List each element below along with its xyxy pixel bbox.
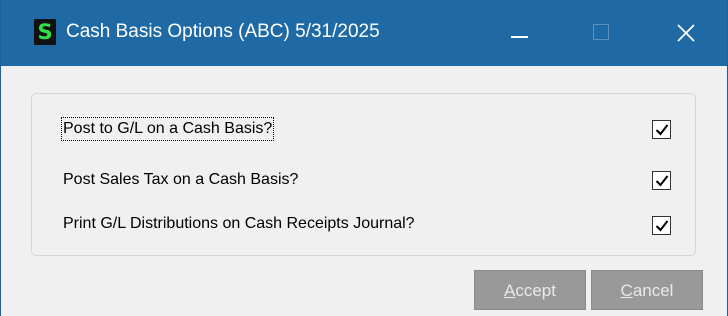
sage-app-icon: S bbox=[34, 19, 56, 45]
cancel-label-rest: ancel bbox=[632, 281, 674, 300]
minimize-button[interactable] bbox=[491, 8, 551, 58]
window-title: Cash Basis Options (ABC) 5/31/2025 bbox=[66, 21, 380, 42]
checkmark-icon bbox=[655, 124, 669, 136]
checkmark-icon bbox=[655, 175, 669, 187]
option-print-gl-distributions-checkbox[interactable] bbox=[652, 216, 671, 235]
option-print-gl-distributions-label[interactable]: Print G/L Distributions on Cash Receipts… bbox=[63, 214, 415, 234]
minimize-icon bbox=[511, 36, 528, 38]
accept-button[interactable]: Accept bbox=[474, 270, 586, 310]
accept-mnemonic: A bbox=[504, 281, 516, 300]
maximize-button bbox=[573, 8, 633, 58]
cancel-button[interactable]: Cancel bbox=[591, 270, 703, 310]
accept-label-rest: ccept bbox=[515, 281, 556, 300]
option-post-sales-tax-cash-basis-checkbox[interactable] bbox=[652, 171, 671, 190]
close-button[interactable] bbox=[655, 8, 715, 58]
option-post-gl-cash-basis-label[interactable]: Post to G/L on a Cash Basis? bbox=[60, 117, 275, 141]
option-post-gl-cash-basis-checkbox[interactable] bbox=[652, 120, 671, 139]
maximize-icon bbox=[593, 24, 609, 40]
cancel-mnemonic: C bbox=[620, 281, 633, 300]
option-post-sales-tax-cash-basis-label[interactable]: Post Sales Tax on a Cash Basis? bbox=[63, 170, 298, 190]
close-icon bbox=[677, 24, 695, 42]
checkmark-icon bbox=[655, 220, 669, 232]
cash-basis-options-dialog: S Cash Basis Options (ABC) 5/31/2025 Pos… bbox=[0, 0, 728, 316]
title-bar[interactable]: S Cash Basis Options (ABC) 5/31/2025 bbox=[1, 0, 727, 66]
